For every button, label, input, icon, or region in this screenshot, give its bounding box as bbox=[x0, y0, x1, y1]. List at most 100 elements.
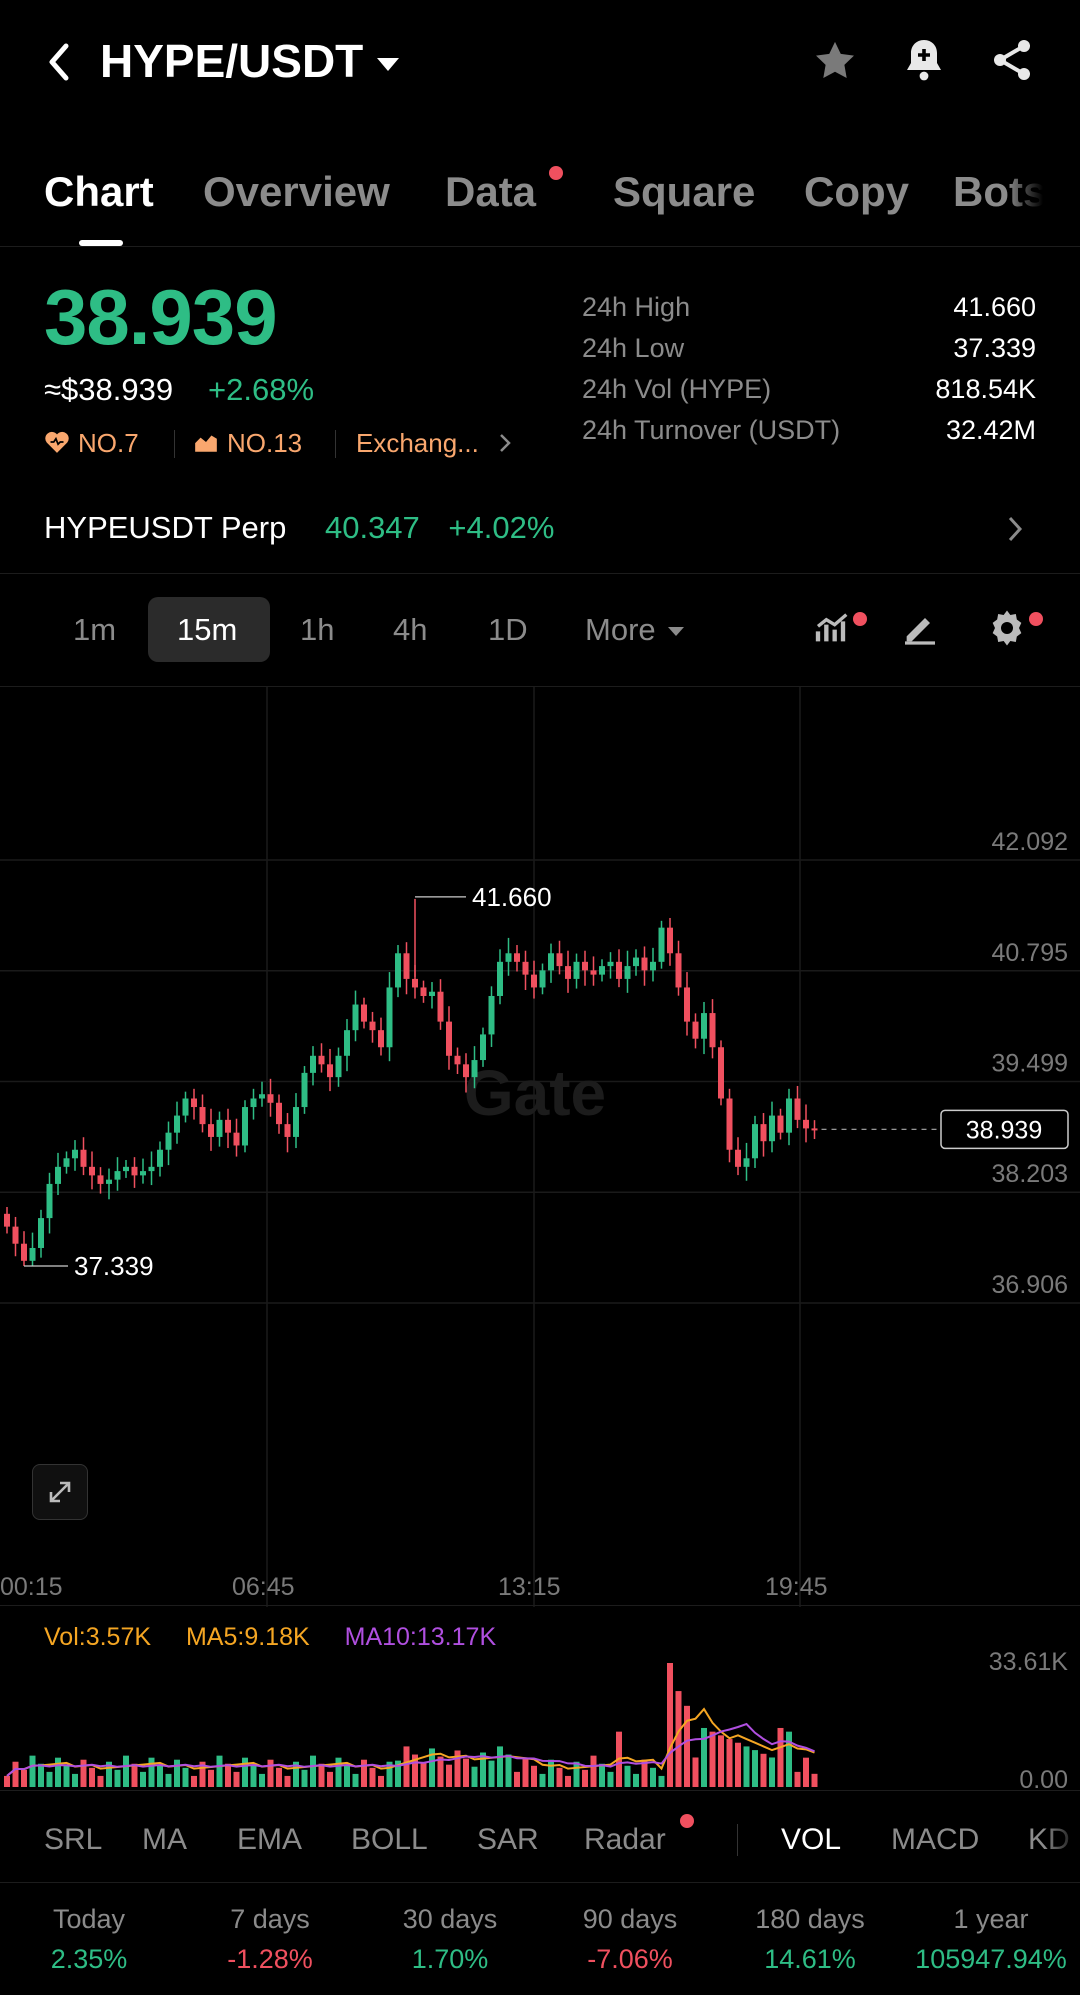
timeframe-1h[interactable]: 1h bbox=[300, 612, 334, 648]
volume-bar bbox=[803, 1757, 809, 1787]
candle-body bbox=[208, 1124, 214, 1137]
indicator-ma[interactable]: MA bbox=[142, 1823, 187, 1857]
back-icon[interactable] bbox=[44, 40, 74, 84]
performance-period-label: 180 days bbox=[755, 1904, 865, 1934]
timeframe-15m[interactable]: 15m bbox=[177, 612, 237, 648]
indicator-chart-icon[interactable] bbox=[813, 608, 853, 653]
draw-pencil-icon[interactable] bbox=[900, 608, 940, 653]
candle-body bbox=[709, 1013, 716, 1048]
candle-body bbox=[760, 1124, 767, 1142]
stat-value-low: 37.339 bbox=[953, 333, 1036, 363]
candle-body bbox=[769, 1115, 775, 1142]
candle-body bbox=[157, 1149, 163, 1167]
tab-chart[interactable]: Chart bbox=[44, 168, 154, 216]
performance-period-value: 105947.94% bbox=[915, 1944, 1067, 1974]
perp-price: 40.347 bbox=[324, 510, 420, 545]
volume-bar bbox=[531, 1765, 537, 1787]
indicator-vol[interactable]: VOL bbox=[781, 1823, 841, 1857]
candle-body bbox=[46, 1183, 53, 1219]
candle-body bbox=[743, 1158, 750, 1167]
rank-2-text: NO.13 bbox=[227, 428, 303, 458]
price-alert-bell-icon[interactable] bbox=[900, 36, 948, 89]
candle-body bbox=[641, 957, 648, 971]
volume-bar bbox=[233, 1771, 240, 1787]
timeframe-4h[interactable]: 4h bbox=[393, 612, 427, 648]
candle-body bbox=[106, 1179, 112, 1184]
timeframe-more[interactable]: More bbox=[585, 612, 684, 648]
stat-label-vol: 24h Vol (HYPE) bbox=[582, 374, 772, 404]
candle-body bbox=[412, 978, 418, 988]
candle-body bbox=[395, 953, 401, 988]
volume-bar bbox=[318, 1763, 325, 1787]
volume-bar bbox=[735, 1742, 741, 1787]
timeframe-1m[interactable]: 1m bbox=[73, 612, 116, 648]
candle-body bbox=[599, 966, 605, 975]
indicator-boll[interactable]: BOLL bbox=[351, 1823, 428, 1857]
exchange-link[interactable]: Exchang... bbox=[356, 428, 512, 461]
tab-data[interactable]: Data bbox=[445, 168, 536, 216]
rank-badge-2[interactable]: NO.13 bbox=[193, 428, 302, 461]
candle-body bbox=[522, 961, 529, 975]
candle-body bbox=[556, 953, 563, 967]
volume-bar bbox=[692, 1757, 699, 1787]
indicator-kd[interactable]: KD bbox=[1028, 1823, 1080, 1857]
candle-body bbox=[616, 961, 622, 979]
volume-bar bbox=[335, 1757, 342, 1787]
chart-settings-gear-icon[interactable] bbox=[987, 608, 1027, 653]
volume-bar bbox=[12, 1761, 19, 1787]
pair-title: HYPE/USDT bbox=[100, 35, 364, 87]
timeframe-1d[interactable]: 1D bbox=[488, 612, 528, 648]
volume-bar bbox=[437, 1756, 444, 1787]
candle-body bbox=[182, 1098, 189, 1116]
tab-copy[interactable]: Copy bbox=[804, 168, 909, 216]
exchange-text: Exchang... bbox=[356, 428, 479, 458]
pair-selector[interactable]: HYPE/USDT bbox=[100, 34, 400, 88]
candlestick-chart[interactable]: 42.092 40.795 39.499 38.203 36.906 00:15 06:45… bbox=[0, 687, 1080, 1607]
indicator-macd[interactable]: MACD bbox=[891, 1823, 979, 1857]
candle-body bbox=[352, 1004, 359, 1031]
tab-square[interactable]: Square bbox=[613, 168, 755, 216]
share-icon[interactable] bbox=[988, 36, 1036, 89]
volume-bar bbox=[539, 1773, 546, 1787]
perp-change: +4.02% bbox=[448, 510, 555, 545]
indicator-srl[interactable]: SRL bbox=[44, 1823, 102, 1857]
chevron-down-icon bbox=[667, 627, 684, 637]
tab-overview[interactable]: Overview bbox=[203, 168, 390, 216]
y-axis-tick-label: 40.795 bbox=[992, 939, 1068, 967]
candle-body bbox=[199, 1107, 206, 1125]
candle-body bbox=[369, 1021, 376, 1031]
candle-body bbox=[344, 1030, 350, 1056]
indicator-notification-dot bbox=[853, 612, 867, 626]
indicator-radar[interactable]: Radar bbox=[584, 1823, 666, 1857]
favorite-star-icon[interactable] bbox=[812, 38, 858, 89]
candle-body bbox=[327, 1064, 333, 1078]
volume-bar bbox=[97, 1775, 104, 1787]
perp-row[interactable]: HYPEUSDT Perp 40.347 +4.02% bbox=[0, 490, 1080, 570]
stat-label-high: 24h High bbox=[582, 292, 691, 322]
divider bbox=[0, 1882, 1080, 1883]
fullscreen-expand-icon[interactable] bbox=[32, 1464, 88, 1520]
candle-body bbox=[310, 1055, 316, 1073]
volume-bar bbox=[420, 1762, 427, 1787]
volume-bar bbox=[752, 1750, 758, 1787]
rank-badge-1[interactable]: NO.7 bbox=[44, 428, 139, 461]
tab-bots[interactable]: Bots bbox=[953, 168, 1043, 216]
candle-body bbox=[803, 1119, 809, 1129]
candle-body bbox=[284, 1124, 291, 1137]
volume-bar bbox=[633, 1773, 639, 1787]
candle-body bbox=[216, 1119, 223, 1137]
volume-bar bbox=[38, 1763, 44, 1787]
candle-body bbox=[276, 1102, 282, 1125]
volume-bar bbox=[301, 1769, 308, 1787]
indicator-sar[interactable]: SAR bbox=[477, 1823, 539, 1857]
candle-body bbox=[692, 1021, 699, 1039]
volume-bar bbox=[165, 1773, 172, 1787]
volume-bar bbox=[565, 1775, 571, 1787]
volume-bar bbox=[21, 1769, 27, 1787]
volume-bar bbox=[777, 1727, 784, 1787]
indicator-ema[interactable]: EMA bbox=[237, 1823, 302, 1857]
candle-body bbox=[582, 961, 588, 971]
volume-bar bbox=[191, 1775, 197, 1787]
volume-bar bbox=[769, 1757, 775, 1787]
candle-body bbox=[429, 991, 435, 996]
